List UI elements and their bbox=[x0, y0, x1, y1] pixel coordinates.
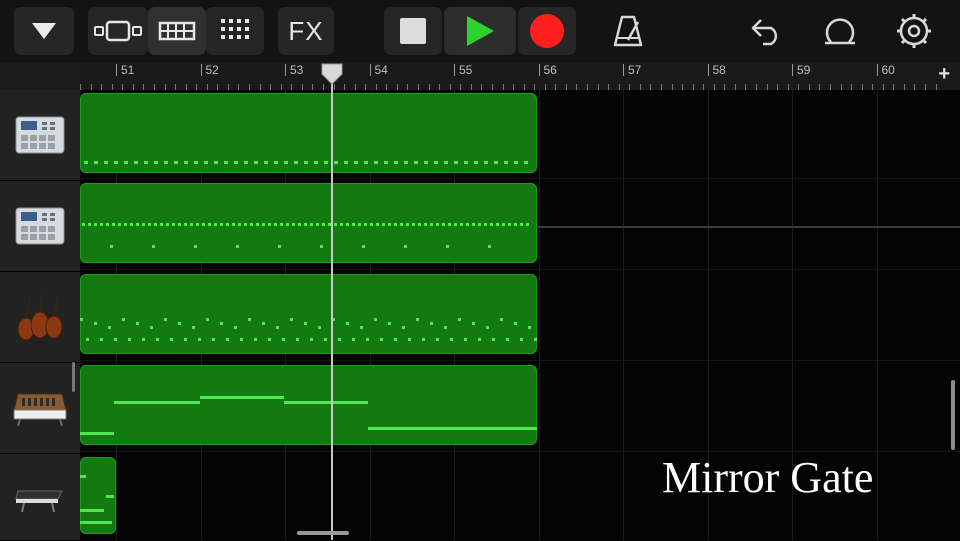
settings-icon bbox=[897, 14, 931, 48]
metronome-icon bbox=[613, 15, 643, 47]
grid-icon bbox=[221, 19, 249, 39]
track-header-drum-machine[interactable] bbox=[0, 90, 80, 181]
grid-button[interactable] bbox=[206, 7, 264, 55]
automation-line bbox=[537, 226, 960, 228]
drum-machine-icon bbox=[15, 116, 65, 154]
toolbar: FX bbox=[0, 0, 960, 62]
track-header-drum-machine-2[interactable] bbox=[0, 181, 80, 272]
playhead-handle[interactable] bbox=[320, 62, 344, 86]
bottom-resize-handle[interactable] bbox=[297, 531, 349, 535]
region-drum-machine-2[interactable] bbox=[80, 183, 537, 263]
record-button[interactable] bbox=[518, 7, 576, 55]
ruler-bar-number: 57 bbox=[623, 64, 641, 76]
ruler-bar-number: 58 bbox=[707, 64, 726, 76]
violin-icon bbox=[17, 292, 63, 341]
live-loops-button[interactable] bbox=[148, 7, 206, 55]
track-header-strings[interactable] bbox=[0, 272, 80, 363]
ruler-bar-number: 59 bbox=[792, 64, 810, 76]
timeline-ruler[interactable]: 51 52 53 54 55 56 57 58 59 60 + bbox=[80, 62, 960, 91]
stop-icon bbox=[400, 18, 426, 44]
ruler-bar-number: 51 bbox=[116, 64, 134, 76]
triangle-down-icon bbox=[32, 23, 56, 39]
region-synth[interactable] bbox=[80, 365, 537, 445]
ruler-bar-number: 60 bbox=[876, 64, 895, 76]
fx-button[interactable]: FX bbox=[278, 7, 334, 55]
playhead-line bbox=[331, 72, 333, 540]
undo-button[interactable] bbox=[738, 7, 794, 55]
loop-icon bbox=[825, 18, 855, 45]
undo-icon bbox=[751, 19, 778, 46]
header-resize-handle[interactable] bbox=[72, 362, 75, 392]
ruler-bar-number: 52 bbox=[200, 64, 219, 76]
metronome-button[interactable] bbox=[600, 7, 656, 55]
track-headers bbox=[0, 62, 80, 541]
caption-text: Mirror Gate bbox=[662, 453, 874, 502]
ruler-bar-number: 55 bbox=[454, 64, 472, 76]
drum-machine-icon bbox=[15, 207, 65, 245]
synthesizer-icon bbox=[13, 393, 67, 427]
play-button[interactable] bbox=[444, 7, 516, 55]
ruler-bar-number: 56 bbox=[538, 64, 557, 76]
keyboard-icon bbox=[15, 490, 63, 513]
record-icon bbox=[530, 14, 564, 48]
live-loops-icon bbox=[158, 21, 196, 41]
stop-button[interactable] bbox=[384, 7, 442, 55]
track-header-synth[interactable] bbox=[0, 363, 80, 454]
menu-button[interactable] bbox=[14, 7, 74, 55]
settings-button[interactable] bbox=[886, 7, 942, 55]
ruler-bar-number: 53 bbox=[285, 64, 303, 76]
play-icon bbox=[467, 16, 494, 46]
ruler-bar-number: 54 bbox=[369, 64, 388, 76]
region-strings[interactable] bbox=[80, 274, 537, 354]
tracks-view-icon bbox=[94, 20, 142, 42]
fx-label: FX bbox=[288, 15, 324, 46]
region-drum-machine[interactable] bbox=[80, 93, 537, 173]
track-header-keyboard[interactable] bbox=[0, 454, 80, 541]
add-section-button[interactable]: + bbox=[938, 63, 950, 86]
vertical-scrollbar[interactable] bbox=[951, 380, 955, 450]
region-keyboard[interactable] bbox=[80, 457, 116, 534]
loop-browser-button[interactable] bbox=[812, 7, 868, 55]
tracks-view-button[interactable] bbox=[88, 7, 148, 55]
